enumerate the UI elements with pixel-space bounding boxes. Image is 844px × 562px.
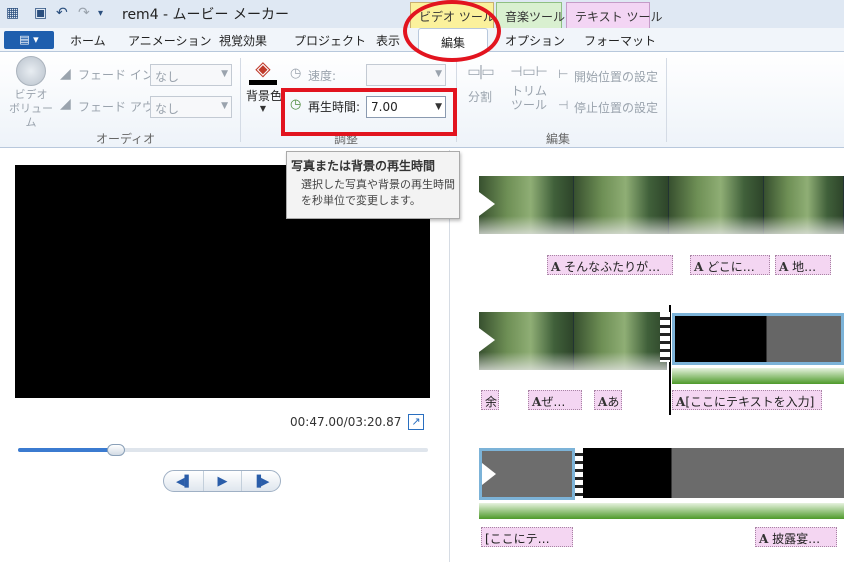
caption-text: [ここにテ… — [485, 532, 550, 546]
file-menu-button[interactable]: ▤ ▾ — [4, 31, 54, 49]
background-color-button[interactable]: ◈ 背景色 ▼ — [246, 56, 283, 128]
split-icon: ▭|▭ — [467, 64, 494, 80]
trim-tool-button[interactable]: ⊣▭⊢ トリム ツール — [506, 64, 552, 112]
fade-in-icon: ◢ — [60, 66, 71, 82]
selected-background-clip[interactable] — [672, 313, 844, 365]
playback-controls: ◀▌ ▶ ▐▶ — [163, 470, 281, 492]
caption-item[interactable]: A 披露宴… — [755, 527, 837, 547]
video-clip-strip[interactable] — [479, 176, 844, 234]
caption-item[interactable]: [ここにテ… — [481, 527, 573, 547]
window-title: rem4 - ムービー メーカー — [122, 7, 290, 23]
tab-view[interactable]: 表示 — [376, 32, 400, 49]
fade-in-label: フェード イン: — [78, 68, 158, 82]
context-tab-text-tools[interactable]: テキスト ツール — [566, 2, 662, 28]
tooltip: 写真または背景の再生時間 選択した写真や背景の再生時間を秒単位で変更します。 — [286, 151, 460, 219]
caption-text: [ここにテキストを入力] — [685, 395, 815, 409]
audio-waveform — [479, 216, 844, 234]
tab-home[interactable]: ホーム — [70, 32, 106, 49]
group-label-audio: オーディオ — [96, 132, 156, 146]
undo-icon[interactable]: ↶ — [56, 5, 68, 21]
caption-item[interactable]: Aあ — [594, 390, 622, 410]
background-clip[interactable] — [479, 448, 575, 500]
storyboard-pane: A そんなふたりが… A どこに… A 地… 余 Aぜ… Aあ A[ここにテキス… — [451, 150, 844, 562]
context-tab-music-tools[interactable]: 音楽ツール — [496, 2, 565, 28]
previous-frame-icon[interactable]: ◀▌ — [166, 471, 204, 491]
tab-animation[interactable]: アニメーション — [128, 32, 212, 49]
caption-text: そんなふたりが… — [564, 260, 661, 274]
color-swatch — [249, 80, 277, 85]
speed-icon: ◷ — [290, 66, 302, 81]
playback-time: 00:47.00/03:20.87 — [290, 415, 402, 429]
transition-marker — [482, 463, 496, 485]
highlight-box-annotation — [281, 88, 457, 136]
split-button[interactable]: ▭|▭ 分割 — [462, 64, 498, 105]
fade-in-select[interactable]: なし ▼ — [150, 64, 232, 86]
fade-in-value: なし — [155, 70, 180, 84]
video-volume-label: ビデオ ボリューム — [9, 88, 53, 129]
group-separator — [240, 58, 241, 142]
tab-format[interactable]: フォーマット — [584, 32, 656, 49]
fade-out-icon: ◢ — [60, 96, 71, 112]
speed-select[interactable]: ▼ — [366, 64, 446, 86]
caption-text: ぜ… — [541, 395, 566, 409]
caption-item[interactable]: A 地… — [775, 255, 831, 275]
music-track[interactable] — [479, 503, 844, 519]
chevron-down-icon: ▼ — [221, 101, 228, 111]
trim-tool-label: トリム ツール — [510, 84, 547, 112]
tooltip-body: 選択した写真や背景の再生時間を秒単位で変更します。 — [301, 178, 455, 207]
chevron-down-icon: ▼ — [435, 69, 442, 79]
seek-thumb[interactable] — [107, 444, 126, 456]
speaker-icon — [16, 56, 46, 86]
expand-preview-icon[interactable]: ↗ — [408, 414, 424, 430]
caption-text: あ — [607, 395, 620, 409]
next-frame-icon[interactable]: ▐▶ — [242, 471, 280, 491]
film-strip-edge — [575, 448, 583, 498]
caption-text: 余 — [485, 395, 498, 409]
tab-project[interactable]: プロジェクト — [294, 32, 366, 49]
chevron-down-icon: ▼ — [259, 104, 267, 113]
background-color-label: 背景色 — [246, 89, 283, 103]
tooltip-title: 写真または背景の再生時間 — [291, 159, 436, 173]
caption-item[interactable]: 余 — [481, 390, 499, 410]
video-volume-button[interactable]: ビデオ ボリューム — [8, 56, 54, 129]
fade-out-select[interactable]: なし ▼ — [150, 96, 232, 118]
caption-text: どこに… — [707, 260, 755, 274]
chevron-down-icon: ▼ — [221, 69, 228, 79]
set-end-icon: ⊣ — [558, 98, 569, 112]
tab-visual-effects[interactable]: 視覚効果 — [219, 32, 267, 49]
speed-label: 速度: — [308, 69, 337, 83]
highlight-circle-annotation — [403, 0, 501, 62]
paint-bucket-icon: ◈ — [255, 56, 271, 80]
caption-text: 地… — [792, 260, 817, 274]
trim-icon: ⊣▭⊢ — [510, 64, 548, 80]
caption-text: 披露宴… — [772, 532, 821, 546]
caption-item[interactable]: Aぜ… — [528, 390, 582, 410]
transition-marker — [479, 328, 495, 352]
split-label: 分割 — [467, 90, 492, 104]
redo-icon[interactable]: ↷ — [78, 5, 90, 21]
group-label-edit: 編集 — [546, 132, 571, 146]
play-icon[interactable]: ▶ — [204, 471, 242, 491]
film-strip-edge — [660, 312, 670, 362]
group-separator — [666, 58, 667, 142]
music-track[interactable] — [672, 368, 844, 384]
background-clip[interactable] — [583, 448, 844, 498]
caption-item[interactable]: A そんなふたりが… — [547, 255, 673, 275]
caption-item[interactable]: A どこに… — [690, 255, 770, 275]
fade-out-value: なし — [155, 102, 180, 116]
seek-progress — [18, 448, 117, 452]
audio-waveform — [479, 352, 667, 370]
save-icon[interactable]: ▣ — [34, 5, 47, 21]
caption-item[interactable]: A[ここにテキストを入力] — [672, 390, 822, 410]
tab-options[interactable]: オプション — [505, 32, 565, 49]
seek-bar[interactable] — [18, 444, 428, 456]
video-clip-strip[interactable] — [479, 312, 667, 370]
set-end-point-button[interactable]: 停止位置の設定 — [574, 99, 658, 116]
set-start-point-button[interactable]: 開始位置の設定 — [574, 68, 658, 85]
set-start-icon: ⊢ — [558, 67, 569, 81]
customize-toolbar-icon[interactable]: ▾ — [98, 8, 103, 19]
app-icon: ▦ — [6, 5, 20, 21]
transition-marker — [479, 192, 495, 216]
